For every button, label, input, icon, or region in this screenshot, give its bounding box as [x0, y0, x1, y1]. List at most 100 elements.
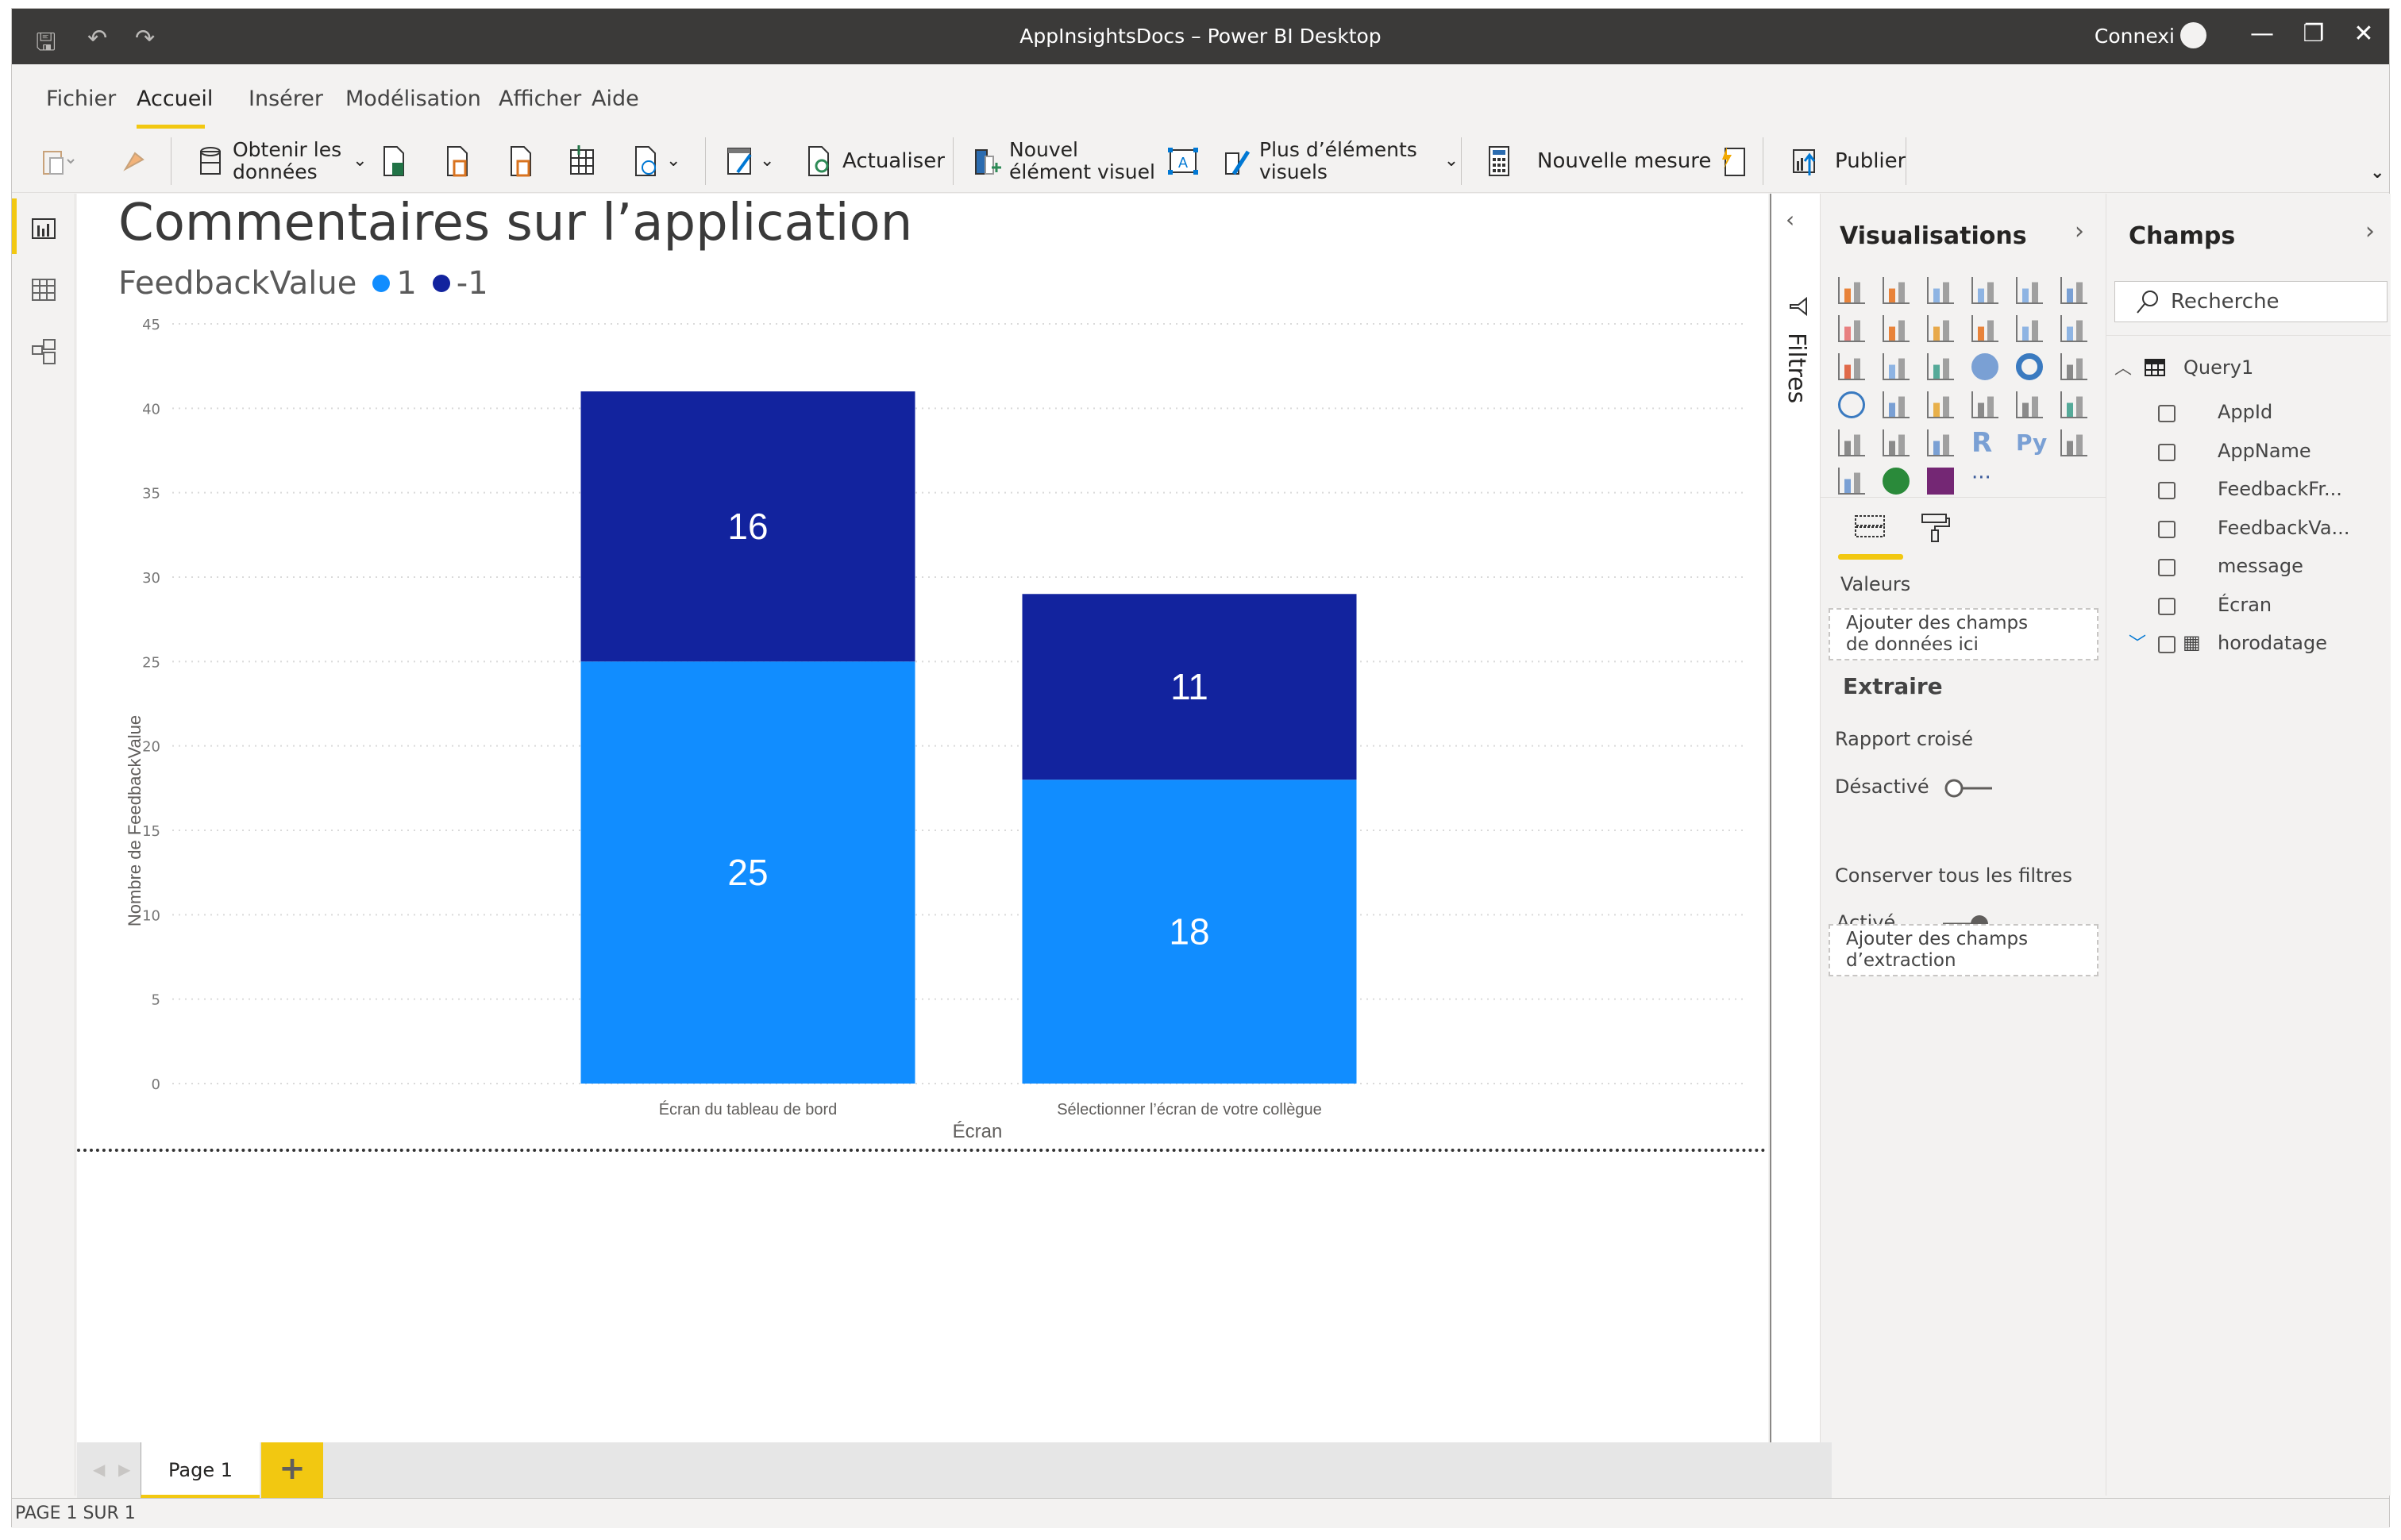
gauge-icon[interactable]	[1927, 391, 1954, 418]
more-visuals-button[interactable]: Plus d’éléments visuels ⌄	[1223, 139, 1459, 183]
field-checkbox[interactable]	[2158, 559, 2176, 576]
restore-button[interactable]: ❐	[2298, 20, 2330, 48]
field-checkbox[interactable]	[2158, 597, 2176, 615]
field-item[interactable]: AppId	[2106, 397, 2391, 429]
waterfall-chart-icon[interactable]	[1838, 353, 1865, 380]
chevron-right-icon[interactable]: ›	[2075, 218, 2084, 245]
donut-chart-icon[interactable]	[2016, 353, 2043, 380]
power-bi-datasets-icon[interactable]	[445, 145, 473, 177]
multi-row-card-icon[interactable]	[2016, 391, 2043, 418]
close-button[interactable]: ✕	[2348, 20, 2380, 48]
field-checkbox[interactable]	[2158, 520, 2176, 538]
cross-report-toggle[interactable]	[1943, 776, 1994, 800]
funnel-chart-icon[interactable]	[1883, 353, 1910, 380]
pie-chart-icon[interactable]	[1971, 353, 1998, 380]
clustered-bar-chart-icon[interactable]	[1927, 277, 1954, 304]
report-view-icon[interactable]	[31, 216, 58, 243]
new-measure-button[interactable]: Nouvelle mesure	[1485, 145, 1711, 177]
next-page-icon[interactable]: ▶	[118, 1460, 130, 1479]
chevron-right-icon[interactable]: ›	[2365, 218, 2375, 245]
field-checkbox[interactable]	[2158, 482, 2176, 499]
field-item[interactable]: Écran	[2106, 590, 2391, 622]
prev-page-icon[interactable]: ◀	[93, 1460, 105, 1479]
paste-button[interactable]	[40, 145, 75, 177]
slicer-icon[interactable]	[1838, 429, 1865, 456]
field-item[interactable]: AppName	[2106, 436, 2391, 468]
stacked-column-chart-icon[interactable]	[1883, 277, 1910, 304]
tab-accueil[interactable]: Accueil	[137, 87, 213, 111]
values-drop-zone[interactable]: Ajouter des champs de données ici	[1829, 608, 2098, 660]
add-page-button[interactable]: +	[261, 1442, 323, 1498]
tab-fichier[interactable]: Fichier	[46, 87, 116, 111]
filters-pane-collapsed[interactable]: ‹ Filtres	[1770, 194, 1820, 1442]
python-visual-icon[interactable]: Py	[2016, 429, 2047, 456]
area-chart-icon[interactable]	[1883, 315, 1910, 342]
field-item[interactable]: ﹀ ▦ horodatage	[2106, 628, 2391, 660]
format-painter-button[interactable]	[119, 145, 148, 177]
format-paint-roller-icon[interactable]	[1919, 511, 1951, 543]
100-stacked-column-chart-icon[interactable]	[2060, 277, 2087, 304]
excel-icon[interactable]	[381, 145, 410, 177]
table-query1[interactable]: ︿ Query1	[2106, 352, 2391, 384]
field-item[interactable]: FeedbackVa...	[2106, 513, 2391, 545]
clustered-column-chart-icon[interactable]	[1971, 277, 1998, 304]
chevron-up-icon[interactable]: ︿	[2114, 354, 2132, 379]
treemap-icon[interactable]	[2060, 353, 2087, 380]
table-icon	[2145, 359, 2165, 376]
drop-zone-text: Ajouter des champs	[1846, 929, 2029, 949]
100-stacked-bar-chart-icon[interactable]	[2016, 277, 2043, 304]
line-chart-icon[interactable]	[1838, 315, 1865, 342]
filled-map-icon[interactable]	[1883, 391, 1910, 418]
power-apps-icon[interactable]	[1927, 468, 1954, 495]
chevron-down-icon[interactable]: ﹀	[2129, 629, 2146, 655]
ribbon-chart-icon[interactable]	[2060, 315, 2087, 342]
field-checkbox[interactable]	[2158, 405, 2176, 422]
new-visual-button[interactable]: Nouvel élément visuel	[973, 139, 1155, 183]
collapse-ribbon-icon[interactable]: ⌄	[2370, 163, 2384, 183]
kpi-icon[interactable]	[2060, 391, 2087, 418]
stacked-column-chart[interactable]: 0 5 10 15 20 25 30 35 40 45 25 16 Écran du tableau …	[77, 194, 1768, 1146]
fields-well-icon[interactable]	[1852, 511, 1887, 543]
scatter-chart-icon[interactable]	[1927, 353, 1954, 380]
refresh-button[interactable]: Actualiser	[806, 145, 945, 177]
report-canvas[interactable]: Commentaires sur l’application FeedbackV…	[77, 194, 1768, 1452]
drillthrough-drop-zone[interactable]: Ajouter des champs d’extraction	[1829, 924, 2098, 976]
tab-modelisation[interactable]: Modélisation	[345, 87, 481, 111]
filters-label[interactable]: Filtres	[1782, 333, 1810, 403]
transform-data-button[interactable]: ⌄	[726, 145, 774, 177]
r-visual-icon[interactable]: R	[1971, 429, 1998, 456]
stacked-area-chart-icon[interactable]	[1927, 315, 1954, 342]
field-item[interactable]: FeedbackFr...	[2106, 474, 2391, 506]
get-data-button[interactable]: Obtenir les données ⌄	[196, 139, 368, 183]
more-visuals-icon[interactable]: ···	[1971, 468, 1998, 495]
chevron-left-icon[interactable]: ‹	[1786, 206, 1794, 233]
minimize-button[interactable]: —	[2246, 20, 2278, 48]
matrix-icon[interactable]	[1927, 429, 1954, 456]
tab-afficher[interactable]: Afficher	[499, 87, 581, 111]
arcgis-map-icon[interactable]	[1883, 468, 1910, 495]
table-icon[interactable]	[1883, 429, 1910, 456]
tab-inserer[interactable]: Insérer	[249, 87, 323, 111]
page-tab[interactable]: Page 1	[141, 1442, 260, 1498]
card-icon[interactable]	[1971, 391, 1998, 418]
enter-data-icon[interactable]	[568, 145, 596, 177]
model-view-icon[interactable]	[31, 338, 58, 365]
field-checkbox[interactable]	[2158, 443, 2176, 461]
data-view-icon[interactable]	[31, 276, 58, 303]
key-influencers-icon[interactable]	[2060, 429, 2087, 456]
recent-sources-button[interactable]: ⌄	[633, 145, 680, 177]
map-icon[interactable]	[1838, 391, 1865, 418]
stacked-bar-chart-icon[interactable]	[1838, 277, 1865, 304]
tab-aide[interactable]: Aide	[592, 87, 639, 111]
publish-button[interactable]: Publier	[1790, 145, 1906, 177]
line-clustered-column-icon[interactable]	[2016, 315, 2043, 342]
text-box-icon[interactable]: A	[1167, 147, 1199, 175]
avatar[interactable]	[2180, 22, 2206, 48]
quick-measure-icon[interactable]	[1719, 145, 1748, 177]
sql-server-icon[interactable]	[508, 145, 537, 177]
field-item[interactable]: message	[2106, 551, 2391, 583]
line-stacked-column-icon[interactable]	[1971, 315, 1998, 342]
sign-in-link[interactable]: Connexi	[2095, 25, 2175, 48]
field-checkbox[interactable]	[2158, 636, 2176, 653]
qa-visual-icon[interactable]	[1838, 468, 1865, 495]
